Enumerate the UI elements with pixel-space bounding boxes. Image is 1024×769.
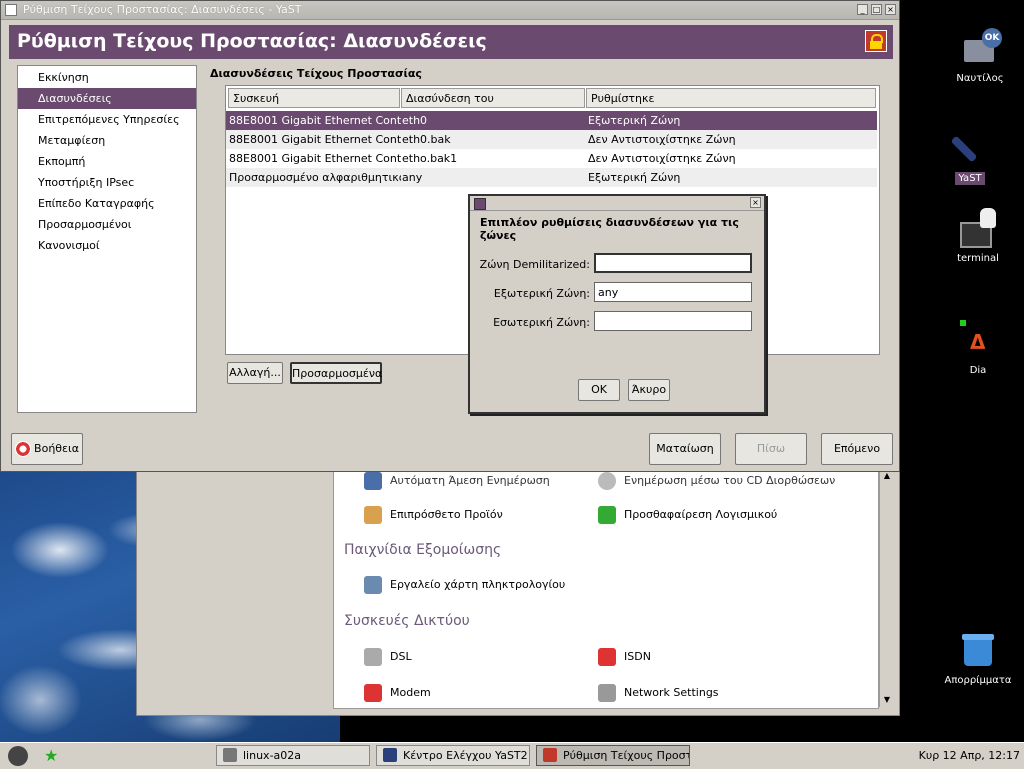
dialog-app-icon[interactable] (474, 198, 486, 210)
external-zone-label: Εξωτερική Ζώνη: (493, 287, 590, 300)
window-title: Ρύθμιση Τείχους Προστασίας: Διασυνδέσεις… (23, 3, 302, 16)
cc-item-modem[interactable]: Modem (364, 684, 431, 702)
software-icon (598, 506, 616, 524)
page-title: Ρύθμιση Τείχους Προστασίας: Διασυνδέσεις (17, 30, 487, 52)
internal-zone-input[interactable] (594, 311, 752, 331)
zone-settings-dialog: × Επιπλέον ρυθμίσεις διασυνδέσεων για τι… (468, 194, 766, 414)
nav-item-logging[interactable]: Επίπεδο Καταγραφής (18, 193, 196, 214)
change-button[interactable]: Αλλαγή... (227, 362, 283, 384)
task-terminal[interactable]: linux-a02a (216, 745, 370, 766)
external-zone-input[interactable] (594, 282, 752, 302)
abort-button[interactable]: Ματαίωση (649, 433, 721, 465)
task-control-center[interactable]: Κέντρο Ελέγχου YaST2 (376, 745, 530, 766)
network-icon (598, 684, 616, 702)
cc-item-isdn[interactable]: ISDN (598, 648, 651, 666)
scroll-up-icon[interactable]: ▲ (882, 471, 892, 481)
back-button[interactable]: Πίσω (735, 433, 807, 465)
lock-icon (865, 30, 887, 52)
nav-item-masquerading[interactable]: Μεταμφίεση (18, 130, 196, 151)
dialog-titlebar[interactable]: × (470, 196, 764, 211)
dialog-close-button[interactable]: × (750, 197, 761, 208)
column-header-interface[interactable]: Διασύνδεση του Αλφαριθμητικού (401, 88, 585, 125)
desktop-icon-label: YaST (955, 172, 985, 185)
gnome-foot-icon[interactable] (8, 746, 28, 766)
scroll-down-icon[interactable]: ▼ (882, 695, 892, 705)
table-row[interactable]: 88E8001 Gigabit Ethernet Controller etho… (226, 149, 877, 168)
control-center-content: Αυτόματη Άμεση Ενημέρωση Ενημέρωση μέσω … (333, 469, 879, 709)
wrench-icon (383, 748, 397, 762)
cc-item-software[interactable]: Προσθαφαίρεση Λογισμικού (598, 506, 777, 524)
desktop-icon-label: Dia (969, 365, 987, 376)
folder-icon: OK (960, 28, 1002, 68)
cc-scrollbar[interactable]: ▲ ▼ (879, 469, 894, 707)
dmz-zone-label: Ζώνη Demilitarized: (479, 258, 590, 271)
dia-icon: Δ (958, 320, 998, 360)
nav-item-ipsec[interactable]: Υποστήριξη IPsec (18, 172, 196, 193)
cancel-button[interactable]: Άκυρο (628, 379, 670, 401)
phone-icon (598, 648, 616, 666)
desktop-icon-yast[interactable]: YaST (930, 128, 1010, 185)
table-row[interactable]: Προσαρμοσμένο αλφαριθμητικό any Εξωτερικ… (226, 168, 877, 187)
nav-item-broadcast[interactable]: Εκπομπή (18, 151, 196, 172)
control-center-window: Αυτόματη Άμεση Ενημέρωση Ενημέρωση μέσω … (136, 468, 900, 716)
desktop-icon-nautilus[interactable]: OK Ναυτίλος (940, 28, 1020, 85)
ok-button[interactable]: OK (578, 379, 620, 401)
internal-zone-label: Εσωτερική Ζώνη: (493, 316, 590, 329)
desktop-icon-label: terminal (957, 253, 999, 264)
table-row[interactable]: 88E8001 Gigabit Ethernet Controller eth0… (226, 130, 877, 149)
globe-icon (364, 472, 382, 490)
section-title: Διασυνδέσεις Τείχους Προστασίας (210, 67, 422, 80)
maximize-button[interactable]: □ (871, 4, 882, 15)
custom-button[interactable]: Προσαρμοσμένα (290, 362, 382, 384)
cc-item-add-on[interactable]: Επιπρόσθετο Προϊόν (364, 506, 503, 524)
column-header-configured[interactable]: Ρυθμίστηκε (586, 88, 876, 108)
close-button[interactable]: × (885, 4, 896, 15)
cc-heading-network-devices: Συσκευές Δικτύου (344, 613, 470, 629)
nav-item-custom-rules[interactable]: Προσαρμοσμένοι Κανονισμοί (18, 214, 196, 252)
column-header-device[interactable]: Συσκευή (228, 88, 400, 108)
table-row[interactable]: 88E8001 Gigabit Ethernet Controller eth0… (226, 111, 877, 130)
nav-item-allowed-services[interactable]: Επιτρεπόμενες Υπηρεσίες (18, 109, 196, 130)
cc-heading-emulation: Παιχνίδια Εξομοίωσης (344, 542, 502, 558)
cc-item-network-settings[interactable]: Network Settings (598, 684, 719, 702)
desktop-icon-label: Απορρίμματα (944, 675, 1012, 686)
header-band: Ρύθμιση Τείχους Προστασίας: Διασυνδέσεις (9, 25, 893, 59)
minimize-button[interactable]: _ (857, 4, 868, 15)
help-button[interactable]: Βοήθεια (11, 433, 83, 465)
running-man-icon[interactable]: ★ (44, 746, 64, 766)
clock[interactable]: Κυρ 12 Απρ, 12:17 (919, 749, 1020, 762)
window-app-icon[interactable] (5, 4, 17, 16)
keyboard-icon (364, 576, 382, 594)
firewall-icon (543, 748, 557, 762)
nav-item-startup[interactable]: Εκκίνηση (18, 67, 196, 88)
task-firewall[interactable]: Ρύθμιση Τείχους Προστ... (536, 745, 690, 766)
nav-panel: Εκκίνηση Διασυνδέσεις Επιτρεπόμενες Υπηρ… (17, 65, 197, 413)
box-icon (364, 506, 382, 524)
phone-icon (364, 684, 382, 702)
nav-item-interfaces[interactable]: Διασυνδέσεις (18, 88, 196, 109)
dmz-zone-input[interactable] (594, 253, 752, 273)
terminal-icon (958, 208, 998, 248)
lifebuoy-icon (15, 441, 32, 457)
wrench-icon (950, 128, 990, 168)
cc-item-keyboard-map[interactable]: Εργαλείο χάρτη πληκτρολογίου (364, 576, 565, 594)
trash-icon (958, 630, 998, 670)
cc-item-patch-cd[interactable]: Ενημέρωση μέσω του CD Διορθώσεων (598, 472, 835, 490)
dsl-icon (364, 648, 382, 666)
desktop-icon-terminal[interactable]: terminal (938, 208, 1018, 265)
dialog-title: Επιπλέον ρυθμίσεις διασυνδέσεων για τις … (480, 216, 739, 242)
desktop-icon-trash[interactable]: Απορρίμματα (938, 630, 1018, 687)
window-titlebar[interactable]: Ρύθμιση Τείχους Προστασίας: Διασυνδέσεις… (1, 1, 899, 20)
cc-item-online-update[interactable]: Αυτόματη Άμεση Ενημέρωση (364, 472, 550, 490)
cc-item-dsl[interactable]: DSL (364, 648, 412, 666)
taskbar: ★ linux-a02a Κέντρο Ελέγχου YaST2 Ρύθμισ… (0, 742, 1024, 769)
desktop-icon-label: Ναυτίλος (956, 73, 1004, 84)
desktop-icon-dia[interactable]: Δ Dia (938, 320, 1018, 377)
next-button[interactable]: Επόμενο (821, 433, 893, 465)
cd-icon (598, 472, 616, 490)
terminal-icon (223, 748, 237, 762)
